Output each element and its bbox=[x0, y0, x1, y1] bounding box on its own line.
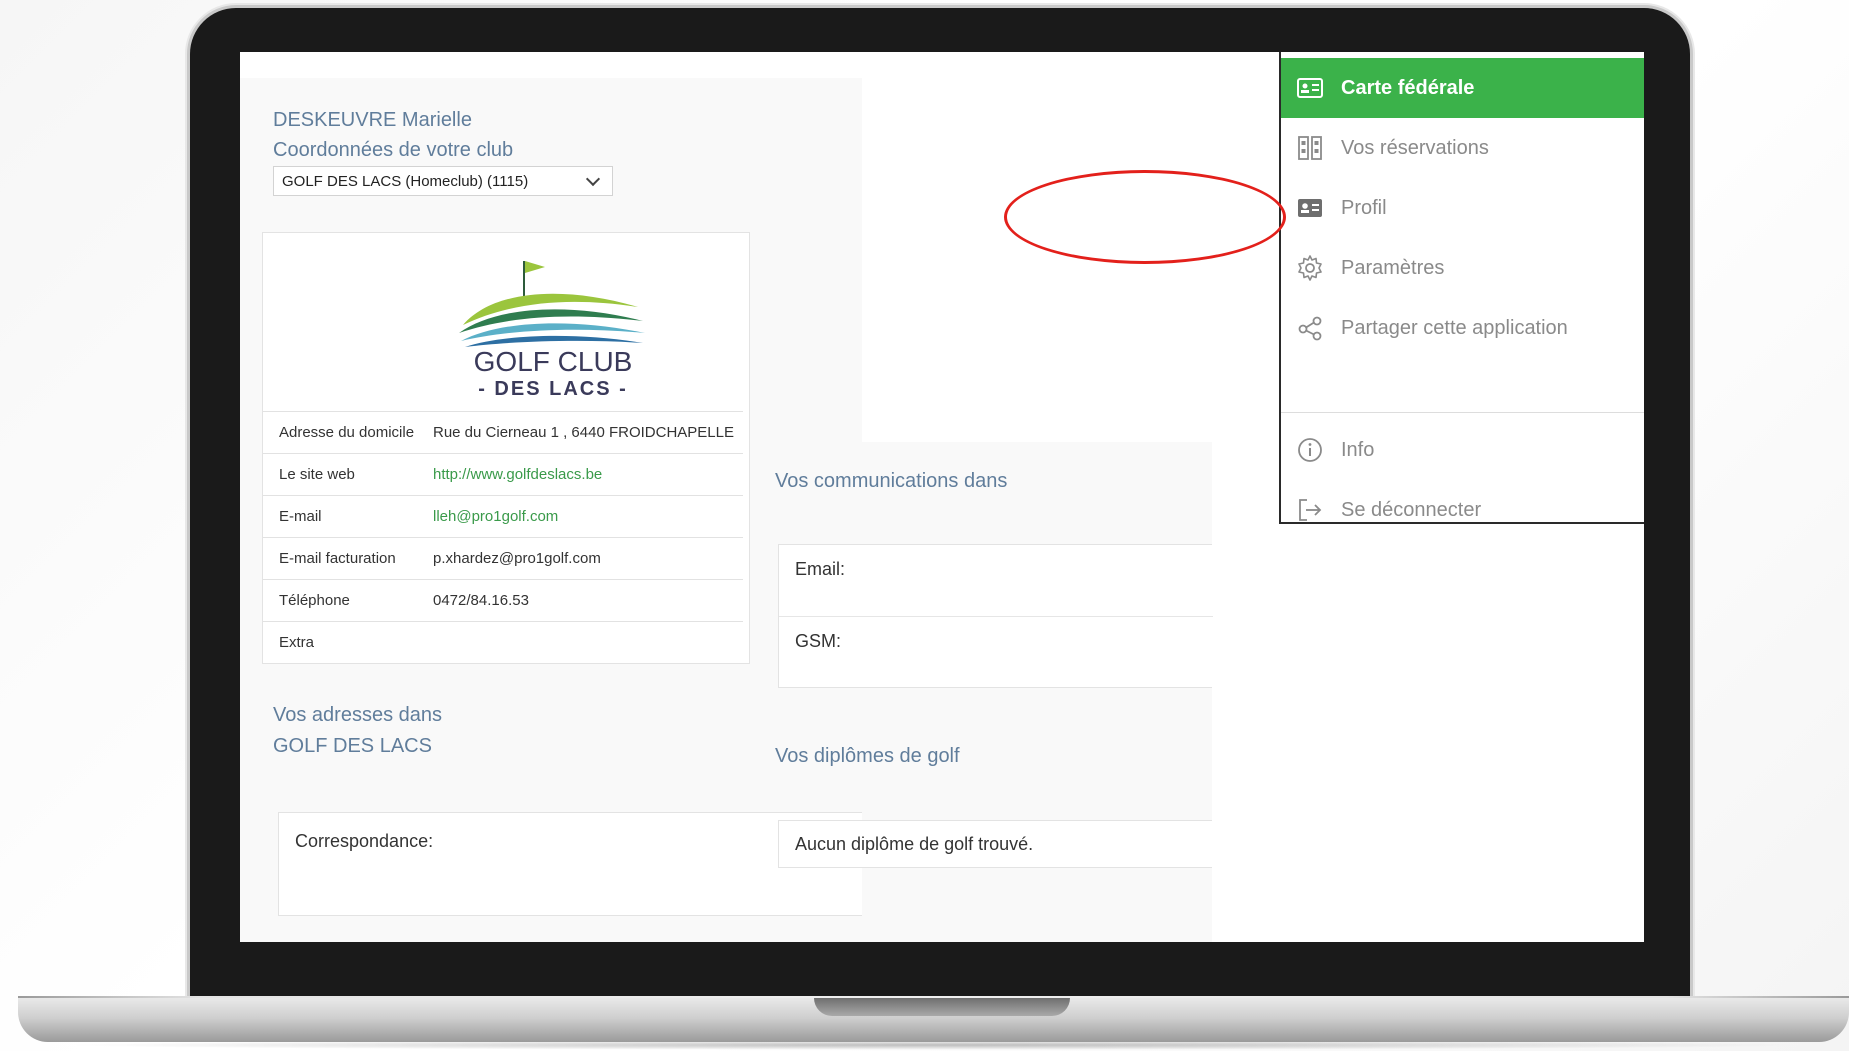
id-card-icon bbox=[1297, 78, 1323, 98]
logo-line-2: - DES LACS - bbox=[478, 378, 628, 395]
menu-item-label: Paramètres bbox=[1341, 256, 1445, 279]
table-row: Le site web http://www.golfdeslacs.be bbox=[263, 453, 743, 496]
menu-item-profil[interactable]: Profil bbox=[1281, 178, 1644, 238]
email-label: Email: bbox=[795, 559, 846, 579]
laptop-notch bbox=[814, 998, 1070, 1016]
info-label: Téléphone bbox=[279, 592, 350, 609]
club-info-table: Adresse du domicile Rue du Cierneau 1 , … bbox=[263, 411, 743, 664]
info-label: Le site web bbox=[279, 466, 355, 483]
diplomas-empty-text: Aucun diplôme de golf trouvé. bbox=[795, 834, 1034, 854]
correspondance-label: Correspondance: bbox=[295, 831, 434, 851]
info-value: 0472/84.16.53 bbox=[433, 592, 529, 609]
menu-item-info[interactable]: Info bbox=[1281, 420, 1644, 480]
menu-item-label: Info bbox=[1341, 438, 1375, 461]
chevron-down-icon bbox=[585, 171, 601, 187]
menu-item-label: Carte fédérale bbox=[1341, 76, 1475, 99]
user-name: DESKEUVRE Marielle bbox=[273, 109, 472, 131]
info-label: Adresse du domicile bbox=[279, 424, 415, 441]
gsm-row: GSM: bbox=[779, 617, 1213, 689]
table-row: E-mail lleh@pro1golf.com bbox=[263, 495, 743, 538]
correspondance-box: Correspondance: bbox=[278, 812, 862, 916]
logo-line-1: GOLF CLUB bbox=[474, 346, 633, 377]
table-row: E-mail facturation p.xhardez@pro1golf.co… bbox=[263, 537, 743, 580]
gsm-label: GSM: bbox=[795, 631, 842, 651]
communications-heading: Vos communications dans bbox=[775, 470, 1008, 492]
stage: DESKEUVRE Marielle Coordonnées de votre … bbox=[0, 0, 1849, 1051]
menu-item-label: Se déconnecter bbox=[1341, 498, 1482, 521]
logout-icon bbox=[1299, 499, 1322, 521]
info-label: E-mail bbox=[279, 508, 322, 525]
share-icon bbox=[1298, 316, 1322, 341]
info-value: p.xhardez@pro1golf.com bbox=[433, 550, 601, 567]
menu-item-carte-federale[interactable]: Carte fédérale bbox=[1281, 58, 1644, 118]
menu-separator bbox=[1281, 412, 1644, 413]
diplomas-box: Aucun diplôme de golf trouvé. bbox=[778, 820, 1212, 868]
club-heading: Coordonnées de votre club bbox=[273, 139, 514, 161]
info-icon bbox=[1298, 438, 1322, 462]
info-value: Rue du Cierneau 1 , 6440 FROIDCHAPELLE bbox=[433, 424, 734, 441]
table-row: Adresse du domicile Rue du Cierneau 1 , … bbox=[263, 411, 743, 454]
menu-item-partager[interactable]: Partager cette application bbox=[1281, 298, 1644, 358]
club-card: GOLF CLUB - DES LACS - Adresse du domici… bbox=[262, 232, 750, 664]
profile-card-icon bbox=[1298, 199, 1322, 217]
info-label: E-mail facturation bbox=[279, 550, 396, 567]
club-select-value: GOLF DES LACS (Homeclub) (1115) bbox=[282, 172, 529, 190]
website-link[interactable]: http://www.golfdeslacs.be bbox=[433, 454, 743, 496]
info-value bbox=[433, 622, 743, 664]
gear-icon bbox=[1298, 255, 1322, 281]
addresses-heading-line-2: GOLF DES LACS bbox=[273, 735, 432, 757]
menu-item-label: Profil bbox=[1341, 196, 1387, 219]
menu-item-label: Vos réservations bbox=[1341, 136, 1489, 159]
user-menu: Carte fédérale Vos réservations Profil P… bbox=[1279, 52, 1644, 524]
communications-box: Email: GSM: bbox=[778, 544, 1213, 689]
addresses-heading: Vos adresses dans GOLF DES LACS bbox=[273, 700, 442, 762]
email-link[interactable]: lleh@pro1golf.com bbox=[433, 496, 743, 538]
club-logo: GOLF CLUB - DES LACS - bbox=[459, 261, 645, 395]
addresses-heading-line-1: Vos adresses dans bbox=[273, 704, 442, 726]
profil-highlight-ellipse bbox=[1004, 170, 1286, 264]
diplomas-heading: Vos diplômes de golf bbox=[775, 745, 960, 767]
menu-item-deconnecter[interactable]: Se déconnecter bbox=[1281, 480, 1644, 522]
menu-item-reservations[interactable]: Vos réservations bbox=[1281, 118, 1644, 178]
menu-item-label: Partager cette application bbox=[1341, 316, 1568, 339]
email-row: Email: bbox=[779, 545, 1213, 617]
table-row: Téléphone 0472/84.16.53 bbox=[263, 579, 743, 622]
club-select[interactable]: GOLF DES LACS (Homeclub) (1115) bbox=[273, 166, 613, 196]
info-label: Extra bbox=[279, 634, 315, 652]
menu-item-parametres[interactable]: Paramètres bbox=[1281, 238, 1644, 298]
table-row: Extra bbox=[263, 621, 743, 664]
reservations-icon bbox=[1298, 136, 1322, 160]
laptop-screen: DESKEUVRE Marielle Coordonnées de votre … bbox=[240, 52, 1644, 942]
